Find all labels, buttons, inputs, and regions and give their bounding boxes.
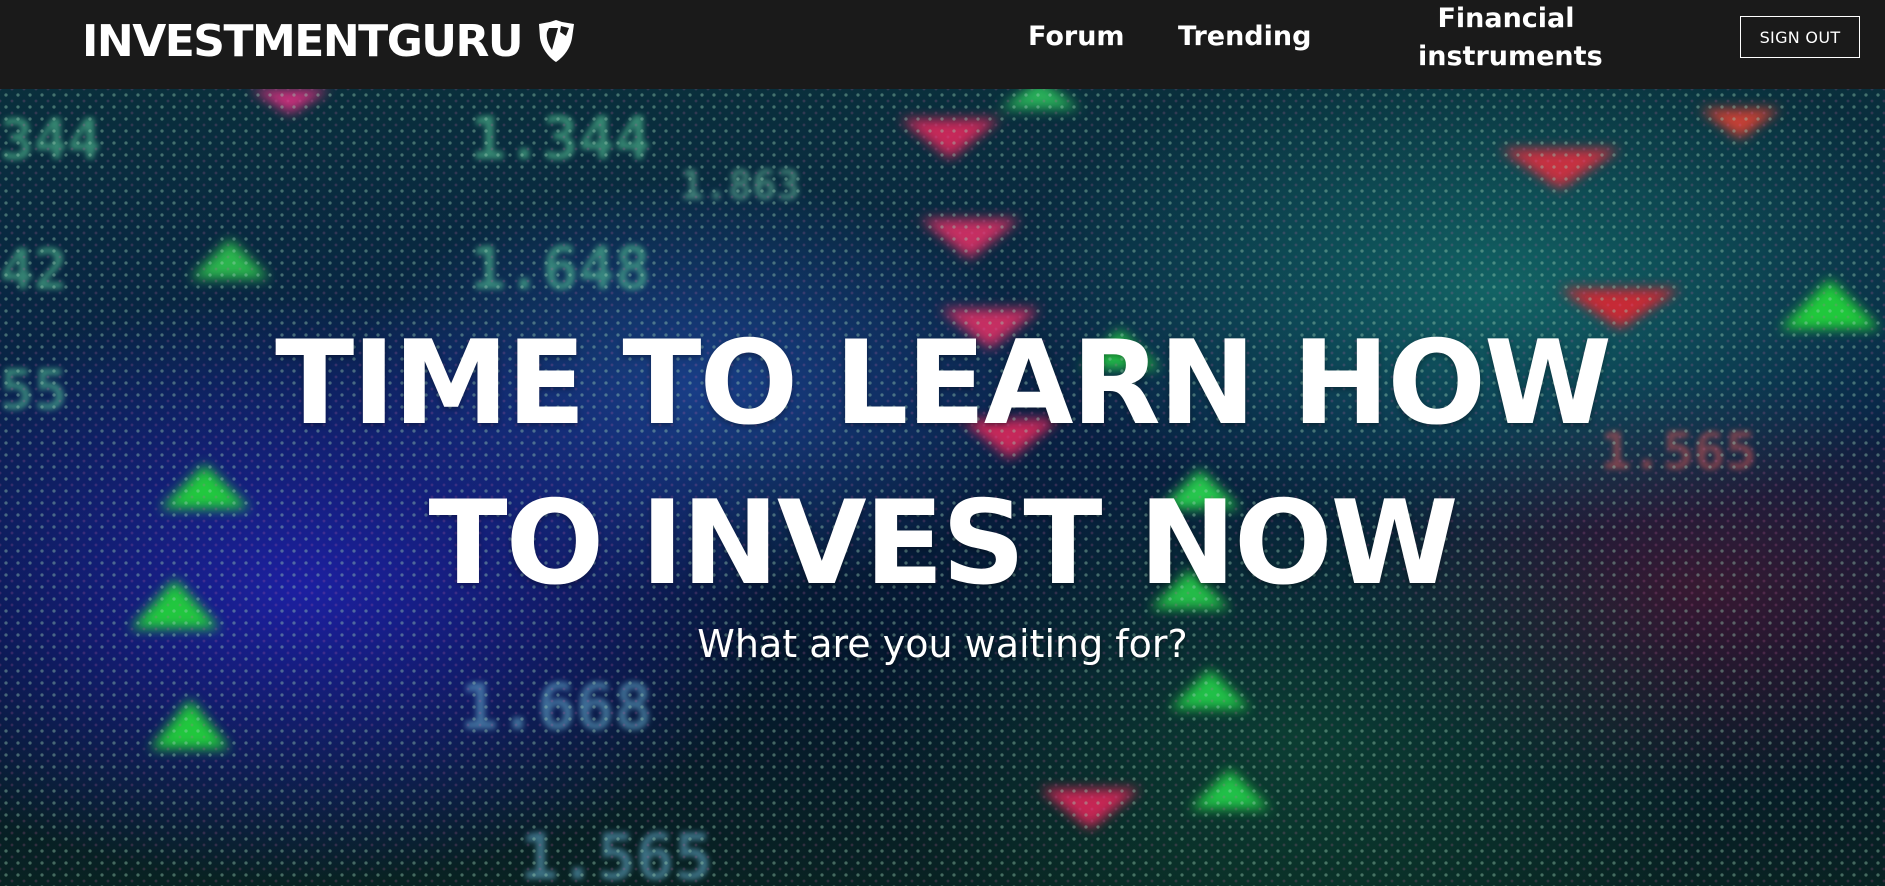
nav-link-financial-line1: Financial <box>1437 3 1575 34</box>
hero-headline: TIME TO LEARN HOW TO INVEST NOW <box>0 304 1885 624</box>
shield-emblem-icon <box>539 20 575 62</box>
nav-link-trending[interactable]: Trending <box>1178 18 1311 56</box>
hero-headline-line1: TIME TO LEARN HOW <box>275 316 1612 451</box>
nav-link-financial-line2: instruments <box>1418 41 1603 72</box>
hero-subheadline: What are you waiting for? <box>697 622 1188 666</box>
hero-headline-line2: TO INVEST NOW <box>428 476 1458 611</box>
hero-banner: 1.344 1.648 1.863 344 42 55 1.668 1.565 … <box>0 89 1885 886</box>
nav-link-forum[interactable]: Forum <box>1028 18 1125 56</box>
brand-home-link[interactable]: INVESTMENTGURU <box>82 12 576 72</box>
brand-name: INVESTMENTGURU <box>82 16 524 67</box>
top-navbar: INVESTMENTGURU Forum Trending Financial … <box>0 0 1885 89</box>
nav-link-financial-instruments[interactable]: Financial instruments <box>1418 0 1603 76</box>
landing-page: INVESTMENTGURU Forum Trending Financial … <box>0 0 1885 886</box>
sign-out-button[interactable]: SIGN OUT <box>1740 16 1860 58</box>
